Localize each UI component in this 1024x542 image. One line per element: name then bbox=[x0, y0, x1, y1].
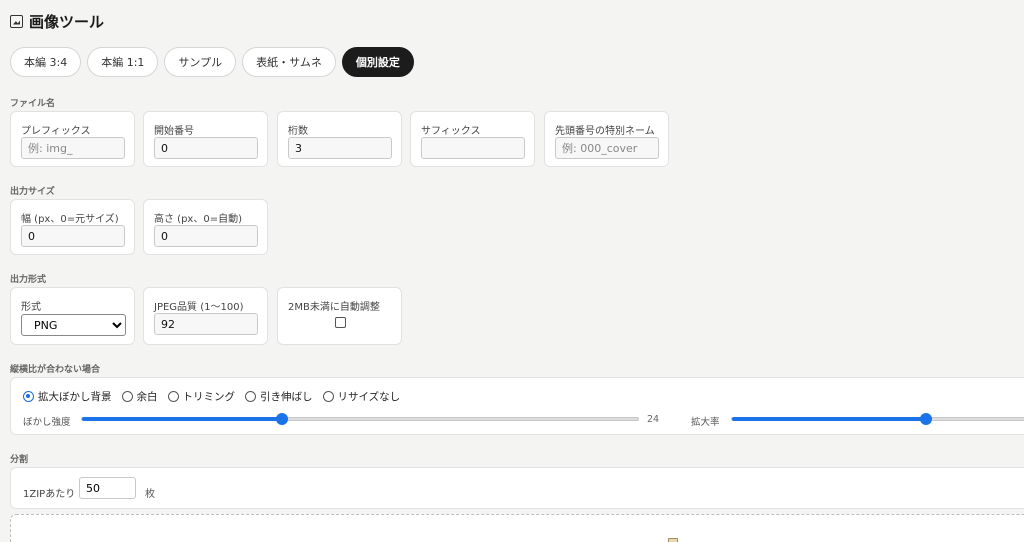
zoom-rate-thumb[interactable] bbox=[920, 413, 933, 425]
digits-input[interactable] bbox=[288, 137, 392, 159]
file-drop-zone[interactable] bbox=[10, 514, 1024, 542]
aspect-radio-group: 拡大ぼかし背景 余白 トリミング 引き伸ばし リサイズなし bbox=[23, 389, 400, 404]
blur-strength-thumb[interactable] bbox=[276, 413, 289, 425]
tab-main-1-1[interactable]: 本編 1:1 bbox=[87, 47, 159, 77]
per-zip-input[interactable] bbox=[79, 477, 136, 499]
tab-main-3-4[interactable]: 本編 3:4 bbox=[10, 47, 82, 77]
section-split-label: 分割 bbox=[10, 455, 29, 465]
width-label: 幅 (px、0=元サイズ) bbox=[21, 214, 119, 225]
first-name-label: 先頭番号の特別ネーム bbox=[555, 126, 655, 137]
image-icon bbox=[10, 14, 23, 28]
radio-label: トリミング bbox=[182, 391, 236, 403]
tab-sample[interactable]: サンプル bbox=[164, 47, 237, 77]
app-title-text: 画像ツール bbox=[29, 12, 105, 31]
suffix-label: サフィックス bbox=[421, 126, 481, 137]
suffix-input[interactable] bbox=[421, 137, 525, 159]
digits-card: 桁数 bbox=[277, 111, 402, 167]
clipboard-icon bbox=[668, 538, 678, 542]
tab-cover-thumb[interactable]: 表紙・サムネ bbox=[242, 47, 336, 77]
preset-tabs: 本編 3:4 本編 1:1 サンプル 表紙・サムネ 個別設定 bbox=[10, 47, 414, 77]
auto-2mb-label: 2MB未満に自動調整 bbox=[288, 302, 380, 313]
radio-dot bbox=[245, 391, 256, 402]
radio-trimming[interactable]: トリミング bbox=[167, 389, 236, 404]
start-number-card: 開始番号 bbox=[143, 111, 268, 167]
auto-2mb-card: 2MB未満に自動調整 bbox=[277, 287, 402, 345]
prefix-input[interactable] bbox=[21, 137, 125, 159]
blur-strength-label: ぼかし強度 bbox=[23, 417, 71, 428]
blur-strength-fill bbox=[82, 417, 283, 421]
suffix-card: サフィックス bbox=[410, 111, 535, 167]
per-zip-label: 1ZIPあたり bbox=[23, 489, 76, 500]
zoom-rate-slider[interactable] bbox=[731, 413, 1024, 425]
start-number-label: 開始番号 bbox=[154, 126, 194, 137]
zoom-rate-fill bbox=[732, 417, 927, 421]
prefix-card: プレフィックス bbox=[10, 111, 135, 167]
height-label: 高さ (px、0=自動) bbox=[154, 214, 242, 225]
start-number-input[interactable] bbox=[154, 137, 258, 159]
blur-strength-slider[interactable] bbox=[81, 413, 639, 425]
width-input[interactable] bbox=[21, 225, 125, 247]
radio-blur-background[interactable]: 拡大ぼかし背景 bbox=[23, 389, 112, 404]
digits-label: 桁数 bbox=[288, 126, 308, 137]
radio-dot bbox=[121, 391, 133, 402]
radio-label: 拡大ぼかし背景 bbox=[38, 391, 112, 403]
first-name-card: 先頭番号の特別ネーム bbox=[544, 111, 669, 167]
section-filename-label: ファイル名 bbox=[10, 99, 56, 109]
radio-dot bbox=[23, 391, 34, 402]
format-select[interactable]: PNG bbox=[21, 314, 126, 336]
app-title: 画像ツール bbox=[10, 10, 104, 32]
radio-dot bbox=[322, 391, 334, 402]
auto-2mb-checkbox[interactable] bbox=[335, 317, 346, 328]
section-output-size-label: 出力サイズ bbox=[10, 187, 55, 197]
radio-label: リサイズなし bbox=[337, 391, 401, 403]
radio-dot bbox=[167, 391, 179, 402]
radio-label: 余白 bbox=[136, 391, 158, 403]
height-input[interactable] bbox=[154, 225, 258, 247]
radio-stretch[interactable]: 引き伸ばし bbox=[245, 389, 313, 404]
format-label: 形式 bbox=[21, 302, 41, 313]
first-name-input[interactable] bbox=[555, 137, 659, 159]
split-card: 1ZIPあたり 枚 bbox=[10, 467, 1024, 509]
per-zip-unit: 枚 bbox=[145, 489, 155, 500]
radio-no-resize[interactable]: リサイズなし bbox=[322, 389, 401, 404]
tab-individual-settings[interactable]: 個別設定 bbox=[341, 47, 414, 77]
aspect-card: 拡大ぼかし背景 余白 トリミング 引き伸ばし リサイズなし ぼかし強度 24 拡… bbox=[10, 377, 1024, 435]
width-card: 幅 (px、0=元サイズ) bbox=[10, 199, 135, 255]
quality-label: JPEG品質 (1〜100) bbox=[154, 302, 244, 313]
radio-margin[interactable]: 余白 bbox=[121, 389, 158, 404]
quality-input[interactable] bbox=[154, 313, 258, 335]
section-output-format-label: 出力形式 bbox=[10, 275, 47, 285]
format-card: 形式 PNG bbox=[10, 287, 135, 345]
prefix-label: プレフィックス bbox=[21, 126, 91, 137]
radio-label: 引き伸ばし bbox=[260, 391, 313, 403]
quality-card: JPEG品質 (1〜100) bbox=[143, 287, 268, 345]
section-aspect-label: 縦横比が合わない場合 bbox=[10, 365, 101, 375]
height-card: 高さ (px、0=自動) bbox=[143, 199, 268, 255]
zoom-rate-label: 拡大率 bbox=[691, 417, 720, 428]
blur-strength-value: 24 bbox=[647, 414, 660, 425]
